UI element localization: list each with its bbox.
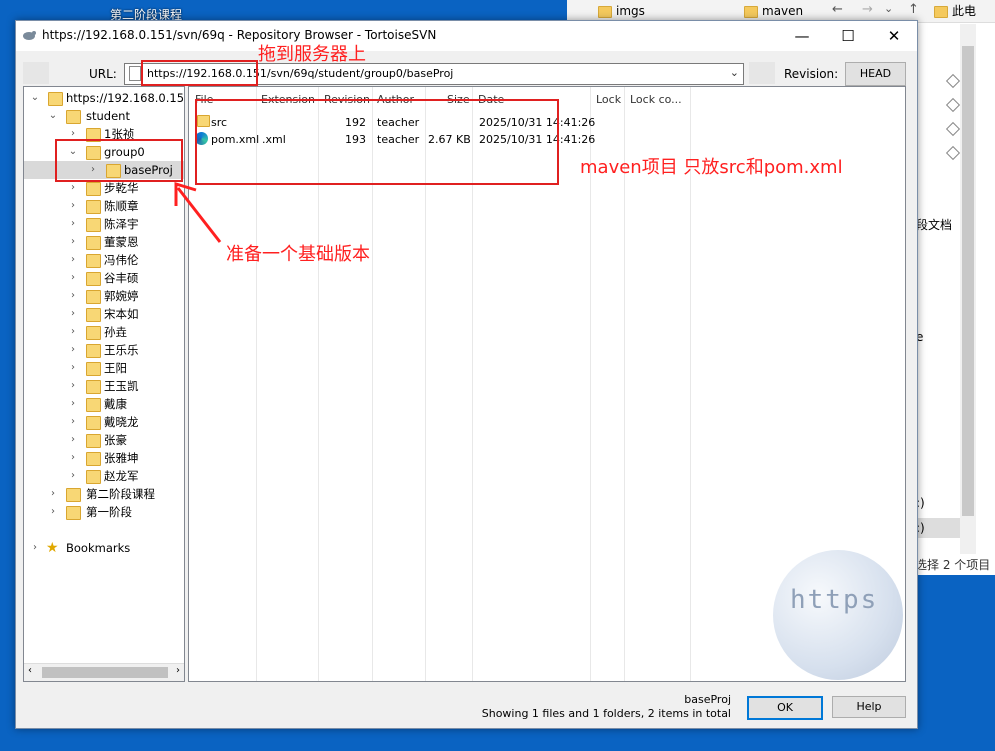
chevron-right-icon[interactable]: ›	[68, 323, 78, 341]
folder-icon	[934, 5, 948, 18]
folder-icon	[598, 5, 612, 18]
folder-icon	[86, 290, 101, 304]
globe-watermark	[773, 550, 903, 680]
folder-icon	[66, 506, 81, 520]
tree-scrollbar-thumb[interactable]	[42, 667, 168, 678]
folder-icon	[86, 236, 101, 250]
folder-icon	[86, 326, 101, 340]
minimize-button[interactable]: —	[779, 21, 825, 51]
chevron-right-icon[interactable]: ›	[30, 539, 40, 557]
folder-icon	[86, 254, 101, 268]
chevron-right-icon[interactable]: ›	[68, 251, 78, 269]
chevron-right-icon[interactable]: ›	[68, 395, 78, 413]
folder-icon	[86, 182, 101, 196]
folder-icon	[66, 110, 81, 124]
folder-icon	[86, 308, 101, 322]
chevron-right-icon[interactable]: ›	[68, 305, 78, 323]
folder-icon	[86, 452, 101, 466]
url-label: URL:	[89, 67, 117, 81]
folder-icon	[48, 92, 63, 106]
chevron-right-icon[interactable]: ›	[68, 467, 78, 485]
scroll-right-icon[interactable]: ›	[176, 665, 180, 676]
chevron-down-icon[interactable]: ⌄	[730, 66, 739, 79]
close-button[interactable]: ✕	[871, 21, 917, 51]
status-summary: Showing 1 files and 1 folders, 2 items i…	[481, 707, 731, 720]
back-arrow-icon[interactable]: ←	[832, 2, 843, 17]
chevron-right-icon[interactable]: ›	[68, 197, 78, 215]
scroll-left-icon[interactable]: ‹	[28, 665, 32, 676]
title-bar[interactable]: https://192.168.0.151/svn/69q - Reposito…	[16, 21, 917, 51]
tortoise-icon	[23, 31, 36, 40]
annotation-box-files	[195, 99, 559, 185]
star-icon: ★	[46, 540, 59, 556]
sort-arrow-icon: ^	[219, 86, 227, 94]
explorer-tab-imgs[interactable]: imgs	[598, 2, 645, 20]
chevron-right-icon[interactable]: ›	[68, 449, 78, 467]
folder-icon	[66, 488, 81, 502]
chevron-right-icon[interactable]: ›	[68, 359, 78, 377]
maximize-button[interactable]: ☐	[825, 21, 871, 51]
folder-icon	[86, 362, 101, 376]
file-icon	[129, 66, 141, 81]
folder-icon	[86, 416, 101, 430]
annotation-box-url	[141, 60, 258, 86]
chevron-right-icon[interactable]: ›	[68, 413, 78, 431]
folder-icon	[86, 344, 101, 358]
annotation-maven-note: maven项目 只放src和pom.xml	[580, 157, 843, 178]
chevron-down-icon[interactable]: ⌄	[30, 89, 40, 107]
folder-icon	[744, 5, 758, 18]
annotation-base-version: 准备一个基础版本	[226, 244, 370, 265]
revision-head-button[interactable]: HEAD	[845, 62, 906, 86]
column-header-lock[interactable]: Lock	[596, 93, 621, 106]
explorer-tab-maven[interactable]: maven	[744, 2, 803, 20]
tree-item-student[interactable]: ⌄ student	[24, 107, 184, 125]
back-nav-button[interactable]	[23, 62, 49, 84]
folder-icon	[86, 200, 101, 214]
watermark-text: https	[790, 585, 879, 615]
history-chevron-icon[interactable]: ⌄	[884, 2, 893, 15]
chevron-right-icon[interactable]: ›	[68, 341, 78, 359]
chevron-right-icon[interactable]: ›	[68, 269, 78, 287]
chevron-right-icon[interactable]: ›	[48, 503, 58, 521]
help-button[interactable]: Help	[832, 696, 906, 718]
revision-label: Revision:	[784, 67, 839, 81]
folder-icon	[86, 218, 101, 232]
explorer-sidebar-selected[interactable]: :)	[916, 518, 960, 538]
tree-horizontal-scrollbar[interactable]: ‹ ›	[24, 663, 184, 681]
window-title: https://192.168.0.151/svn/69q - Reposito…	[42, 28, 437, 42]
annotation-arrow-icon	[174, 181, 222, 243]
chevron-down-icon[interactable]: ⌄	[48, 107, 58, 125]
status-current: baseProj	[684, 693, 731, 706]
up-arrow-icon[interactable]: ↑	[908, 2, 919, 17]
chevron-right-icon[interactable]: ›	[68, 431, 78, 449]
chevron-right-icon[interactable]: ›	[68, 215, 78, 233]
chevron-right-icon[interactable]: ›	[68, 287, 78, 305]
address-this-pc[interactable]: 此电	[934, 2, 976, 20]
annotation-box-baseproj	[55, 139, 183, 182]
column-header-lock-comment[interactable]: Lock co...	[630, 93, 682, 106]
forward-arrow-icon[interactable]: →	[862, 2, 873, 17]
revision-spacer	[749, 62, 775, 84]
annotation-drag-to-server: 拖到服务器上	[258, 44, 366, 65]
chevron-right-icon[interactable]: ›	[48, 485, 58, 503]
folder-icon	[86, 434, 101, 448]
ok-button[interactable]: OK	[747, 696, 823, 720]
chevron-right-icon[interactable]: ›	[68, 233, 78, 251]
explorer-sidebar-text: 段文档	[916, 218, 953, 232]
explorer-status-text: 选择 2 个项目	[915, 558, 991, 572]
folder-icon	[86, 272, 101, 286]
tree-item-root[interactable]: ⌄ https://192.168.0.151/s	[24, 89, 184, 107]
explorer-scrollbar-thumb[interactable]	[962, 46, 974, 516]
folder-icon	[86, 398, 101, 412]
folder-icon	[86, 380, 101, 394]
chevron-right-icon[interactable]: ›	[68, 377, 78, 395]
folder-icon	[86, 470, 101, 484]
